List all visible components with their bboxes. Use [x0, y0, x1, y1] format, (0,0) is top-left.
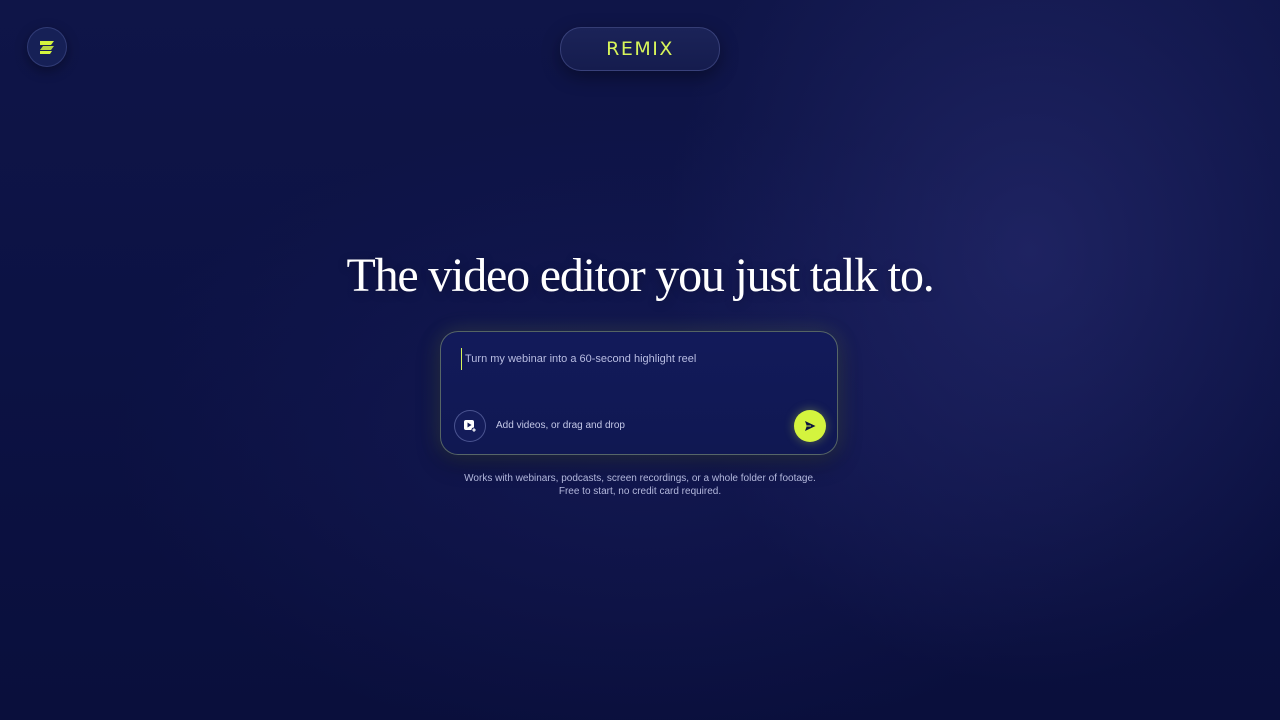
add-video-button[interactable]	[454, 410, 486, 442]
logo-button[interactable]	[27, 27, 67, 67]
remix-logo-icon	[40, 41, 54, 54]
send-arrow-icon	[805, 421, 816, 431]
brand-pill[interactable]: REMIX	[560, 27, 720, 71]
prompt-box: Add videos, or drag and drop	[440, 331, 838, 455]
video-add-icon	[464, 420, 477, 433]
page-title: The video editor you just talk to.	[346, 249, 934, 302]
brand-name: REMIX	[606, 38, 674, 60]
send-button[interactable]	[794, 410, 826, 442]
footnote: Works with webinars, podcasts, screen re…	[0, 472, 1280, 498]
upload-hint: Add videos, or drag and drop	[496, 420, 625, 431]
footnote-line-2: Free to start, no credit card required.	[558, 486, 722, 497]
prompt-input[interactable]	[461, 348, 815, 370]
footnote-line-1: Works with webinars, podcasts, screen re…	[464, 473, 816, 484]
